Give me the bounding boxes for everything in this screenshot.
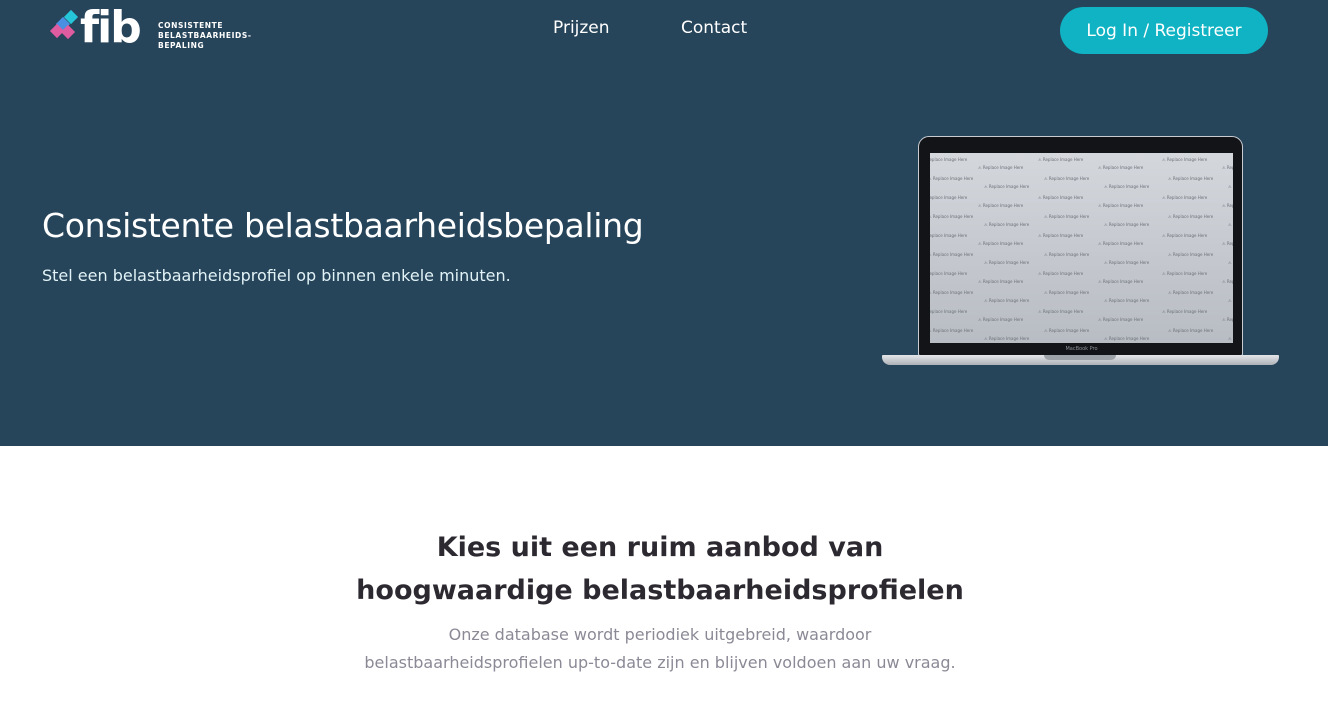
placeholder-text: ⚠ Replace Image Here xyxy=(1162,233,1208,238)
placeholder-text: ⚠ Replace Image Here xyxy=(1222,317,1233,322)
placeholder-text: ⚠ Replace Image Here xyxy=(930,195,968,200)
placeholder-text: ⚠ Replace Image Here xyxy=(1168,328,1214,333)
placeholder-text: ⚠ Replace Image Here xyxy=(1104,260,1150,265)
placeholder-text: ⚠ Replace Image Here xyxy=(1162,195,1208,200)
logo-icon xyxy=(49,9,80,40)
placeholder-text: ⚠ Replace Image Here xyxy=(1098,241,1144,246)
laptop-model-label: MacBook Pro xyxy=(1065,346,1098,352)
placeholder-text: ⚠ Replace Image Here xyxy=(984,222,1030,227)
tagline-line: BELASTBAARHEIDS- xyxy=(158,31,252,40)
placeholder-text: ⚠ Replace Image Here xyxy=(1044,176,1090,181)
section-title-line: Kies uit een ruim aanbod van xyxy=(436,532,884,563)
placeholder-text: ⚠ Replace Image Here xyxy=(930,233,968,238)
placeholder-text: ⚠ Replace Image Here xyxy=(1044,252,1090,257)
placeholder-text: ⚠ Replace Image Here xyxy=(1162,309,1208,314)
logo-wordmark: fib xyxy=(80,2,142,53)
placeholder-text: ⚠ Replace Image Here xyxy=(1098,203,1144,208)
placeholder-text: ⚠ Replace Image Here xyxy=(1038,309,1084,314)
placeholder-text: ⚠ Replace Image Here xyxy=(1038,233,1084,238)
placeholder-text: ⚠ Replace Image Here xyxy=(1228,260,1233,265)
laptop-notch xyxy=(1044,355,1116,360)
placeholder-text: ⚠ Replace Image Here xyxy=(930,176,974,181)
placeholder-text: ⚠ Replace Image Here xyxy=(1104,336,1150,341)
placeholder-text: ⚠ Replace Image Here xyxy=(1222,241,1233,246)
placeholder-text: ⚠ Replace Image Here xyxy=(1038,157,1084,162)
placeholder-text: ⚠ Replace Image Here xyxy=(1222,165,1233,170)
placeholder-text: ⚠ Replace Image Here xyxy=(1228,222,1233,227)
laptop-mockup: ⚠ Replace Image Here ⚠ Replace Image Here… xyxy=(882,136,1279,370)
placeholder-text: ⚠ Replace Image Here xyxy=(984,298,1030,303)
tagline-line: BEPALING xyxy=(158,41,205,50)
brand-logo[interactable]: fib CONSISTENTE BELASTBAARHEIDS- BEPALIN… xyxy=(49,2,252,54)
placeholder-text: ⚠ Replace Image Here xyxy=(1228,298,1233,303)
placeholder-text: ⚠ Replace Image Here xyxy=(1044,328,1090,333)
section-title: Kies uit een ruim aanbod van hoogwaardig… xyxy=(0,526,1320,612)
placeholder-text: ⚠ Replace Image Here xyxy=(978,317,1024,322)
laptop-screen: ⚠ Replace Image Here ⚠ Replace Image Here… xyxy=(930,153,1233,343)
laptop-base xyxy=(882,355,1279,365)
tagline-line: CONSISTENTE xyxy=(158,21,224,30)
hero-section: fib CONSISTENTE BELASTBAARHEIDS- BEPALIN… xyxy=(0,0,1328,446)
placeholder-text: ⚠ Replace Image Here xyxy=(1098,165,1144,170)
placeholder-text: ⚠ Replace Image Here xyxy=(930,328,974,333)
placeholder-text: ⚠ Replace Image Here xyxy=(978,279,1024,284)
placeholder-text: ⚠ Replace Image Here xyxy=(930,271,968,276)
login-register-button[interactable]: Log In / Registreer xyxy=(1060,7,1268,54)
placeholder-text: ⚠ Replace Image Here xyxy=(984,184,1030,189)
nav-link-contact[interactable]: Contact xyxy=(681,18,747,38)
placeholder-text: ⚠ Replace Image Here xyxy=(930,290,974,295)
placeholder-text: ⚠ Replace Image Here xyxy=(1104,184,1150,189)
section-description: Onze database wordt periodiek uitgebreid… xyxy=(364,625,956,672)
hero-title: Consistente belastbaarheidsbepaling xyxy=(42,206,644,245)
placeholder-text: ⚠ Replace Image Here xyxy=(978,203,1024,208)
placeholder-text: ⚠ Replace Image Here xyxy=(978,165,1024,170)
placeholder-text: ⚠ Replace Image Here xyxy=(1038,271,1084,276)
placeholder-text: ⚠ Replace Image Here xyxy=(1168,290,1214,295)
placeholder-text: ⚠ Replace Image Here xyxy=(1228,184,1233,189)
placeholder-text: ⚠ Replace Image Here xyxy=(1104,298,1150,303)
placeholder-text: ⚠ Replace Image Here xyxy=(978,241,1024,246)
placeholder-text: ⚠ Replace Image Here xyxy=(1044,214,1090,219)
placeholder-text: ⚠ Replace Image Here xyxy=(1098,279,1144,284)
placeholder-text: ⚠ Replace Image Here xyxy=(930,214,974,219)
placeholder-text: ⚠ Replace Image Here xyxy=(1168,252,1214,257)
placeholder-text: ⚠ Replace Image Here xyxy=(1098,317,1144,322)
placeholder-text: ⚠ Replace Image Here xyxy=(1162,271,1208,276)
placeholder-text: ⚠ Replace Image Here xyxy=(930,252,974,257)
logo-tagline: CONSISTENTE BELASTBAARHEIDS- BEPALING xyxy=(158,21,252,51)
placeholder-text: ⚠ Replace Image Here xyxy=(1168,214,1214,219)
placeholder-text: ⚠ Replace Image Here xyxy=(984,336,1030,341)
placeholder-text: ⚠ Replace Image Here xyxy=(1162,157,1208,162)
placeholder-text: ⚠ Replace Image Here xyxy=(1222,203,1233,208)
placeholder-text: ⚠ Replace Image Here xyxy=(1168,176,1214,181)
placeholder-text: ⚠ Replace Image Here xyxy=(1228,336,1233,341)
laptop-lid: ⚠ Replace Image Here ⚠ Replace Image Here… xyxy=(918,136,1243,356)
placeholder-text: ⚠ Replace Image Here xyxy=(1038,195,1084,200)
hero-subtitle: Stel een belastbaarheidsprofiel op binne… xyxy=(42,266,511,285)
nav-link-prijzen[interactable]: Prijzen xyxy=(553,18,610,38)
placeholder-text: ⚠ Replace Image Here xyxy=(984,260,1030,265)
placeholder-text: ⚠ Replace Image Here xyxy=(1222,279,1233,284)
placeholder-text: ⚠ Replace Image Here xyxy=(930,157,968,162)
placeholder-text: ⚠ Replace Image Here xyxy=(930,309,968,314)
placeholder-text: ⚠ Replace Image Here xyxy=(1104,222,1150,227)
placeholder-text: ⚠ Replace Image Here xyxy=(1044,290,1090,295)
section-title-line: hoogwaardige belastbaarheidsprofielen xyxy=(356,575,964,606)
